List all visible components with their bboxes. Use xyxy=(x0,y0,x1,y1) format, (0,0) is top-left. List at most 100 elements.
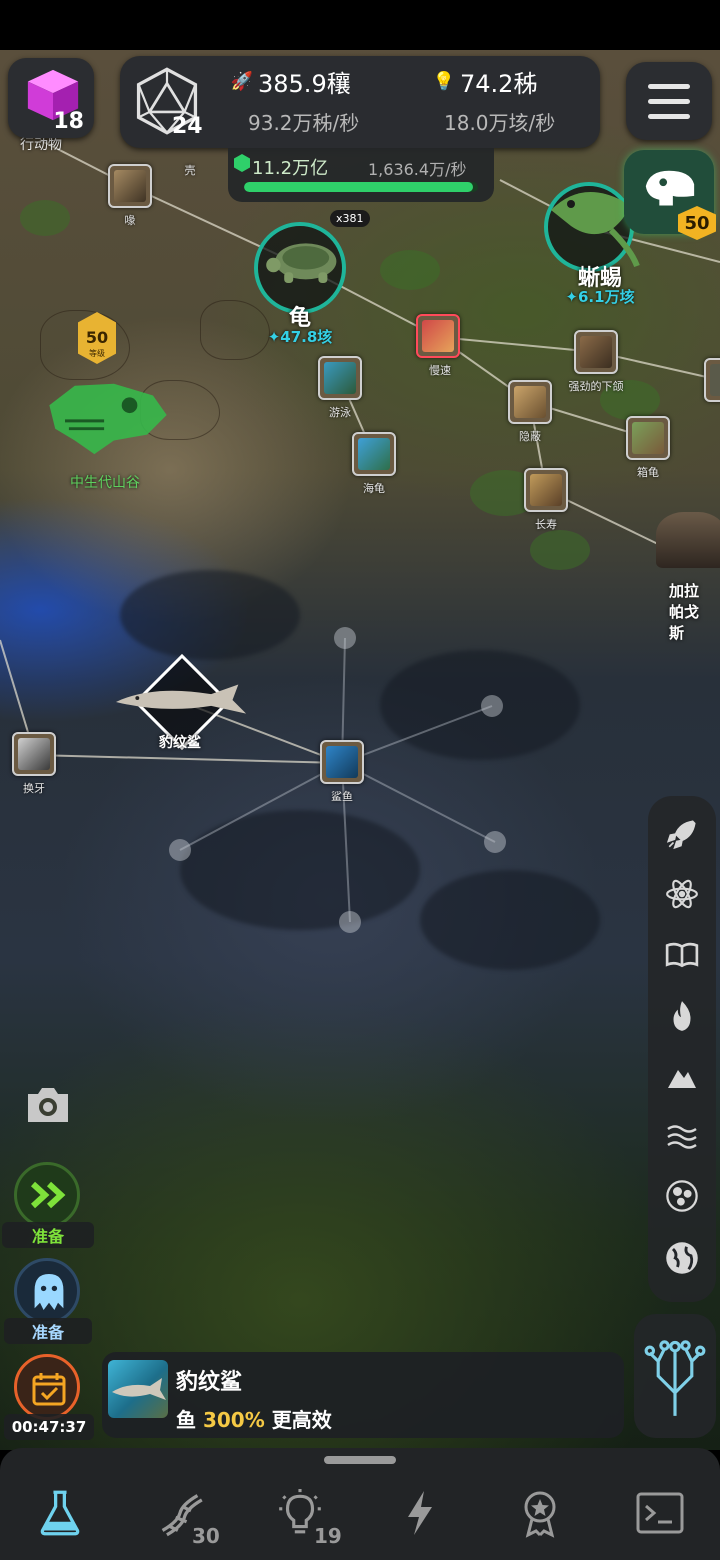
notice-body-prefix: 鱼 xyxy=(176,1408,196,1432)
creature-name: 加拉帕戈斯 xyxy=(669,582,700,642)
cell-icon[interactable] xyxy=(662,1176,702,1216)
terrain-water xyxy=(420,870,600,970)
drawer-handle[interactable] xyxy=(324,1456,396,1464)
creature-name: 豹纹鲨 xyxy=(159,735,201,751)
flask-icon xyxy=(40,1490,80,1536)
locked-node-dot[interactable] xyxy=(334,627,356,649)
ideas-tab-count: 19 xyxy=(314,1524,342,1548)
valley-level: 50 xyxy=(85,328,109,347)
tab-research[interactable] xyxy=(10,1478,110,1548)
fast-forward-button[interactable] xyxy=(14,1162,80,1228)
lightbulb-icon: 💡 xyxy=(432,71,456,92)
dinosaur-skull-icon[interactable] xyxy=(44,372,174,460)
dna-gem-icon xyxy=(234,154,250,172)
tab-ideas[interactable]: 19 xyxy=(250,1478,350,1548)
node-shark[interactable] xyxy=(320,740,364,784)
creature-count-badge: x381 xyxy=(330,210,370,227)
notice-highlight: 300% xyxy=(202,1408,265,1432)
creature-lizard[interactable] xyxy=(544,182,640,272)
book-icon[interactable] xyxy=(662,934,702,974)
node-label: 隐蔽 xyxy=(519,430,541,443)
dna-progress-fill xyxy=(244,182,474,192)
locked-node-dot[interactable] xyxy=(169,839,191,861)
node-label: 鲨鱼 xyxy=(331,790,353,803)
waves-icon[interactable] xyxy=(662,1116,702,1156)
resource-a: 🚀 385.9穰 93.2万秭/秒 xyxy=(230,64,360,136)
menu-line xyxy=(648,99,690,104)
dna-value: 11.2万亿 xyxy=(252,158,329,179)
locked-node-dot[interactable] xyxy=(481,695,503,717)
tab-console[interactable] xyxy=(610,1478,710,1548)
cube-currency-button[interactable]: 18 xyxy=(8,58,94,138)
camera-icon[interactable] xyxy=(24,1084,72,1126)
node-beak[interactable] xyxy=(108,164,152,208)
tab-achievements[interactable] xyxy=(490,1478,590,1548)
node-hide[interactable] xyxy=(508,380,552,424)
calendar-icon xyxy=(32,1373,66,1406)
atom-icon[interactable] xyxy=(662,874,702,914)
terrain-water xyxy=(380,650,580,760)
discovery-notice[interactable]: 豹纹鲨 鱼 300% 更高效 xyxy=(102,1352,624,1438)
turtle-icon xyxy=(266,243,337,283)
cube-count: 18 xyxy=(53,109,84,134)
node-label: 游泳 xyxy=(329,406,351,419)
node-offscreen[interactable] xyxy=(704,358,720,402)
main-menu-button[interactable] xyxy=(626,62,712,140)
node-box-turtle[interactable] xyxy=(626,416,670,460)
creature-value: ✦6.1万垓 xyxy=(565,288,635,306)
lightning-icon xyxy=(408,1491,432,1535)
rocket-icon[interactable] xyxy=(662,814,702,854)
node-sea-turtle[interactable] xyxy=(352,432,396,476)
dna-progress-bar xyxy=(244,182,478,192)
terminal-icon xyxy=(636,1492,684,1534)
node-label: 海龟 xyxy=(363,482,385,495)
resource-a-rate: 93.2万秭/秒 xyxy=(248,111,360,135)
globe-icon[interactable] xyxy=(662,1238,702,1278)
ghost-button[interactable] xyxy=(14,1258,80,1324)
map-label-partial: 壳 xyxy=(184,164,196,177)
resource-a-value: 385.9穰 xyxy=(258,70,351,98)
fast-forward-status: 准备 xyxy=(2,1222,94,1248)
tab-power[interactable] xyxy=(370,1478,470,1548)
terrain-grass xyxy=(380,250,440,290)
event-timer: 00:47:37 xyxy=(4,1414,94,1440)
node-tooth-replace[interactable] xyxy=(12,732,56,776)
node-longevity[interactable] xyxy=(524,468,568,512)
tab-dna[interactable]: 30 xyxy=(130,1478,230,1548)
evolution-tree-button[interactable] xyxy=(634,1314,716,1438)
ghost-icon xyxy=(34,1274,64,1310)
daily-event-button[interactable] xyxy=(14,1354,80,1420)
dna-panel[interactable]: 11.2万亿 1,636.4万/秒 xyxy=(228,148,494,202)
fire-icon[interactable] xyxy=(662,996,702,1036)
resource-b: 💡 74.2秭 18.0万垓/秒 xyxy=(432,64,556,136)
shark-icon xyxy=(115,684,247,714)
resource-b-rate: 18.0万垓/秒 xyxy=(444,111,556,135)
node-label: 长寿 xyxy=(535,518,557,531)
status-bar xyxy=(0,0,720,50)
notice-thumbnail xyxy=(108,1360,168,1418)
notice-title: 豹纹鲨 xyxy=(176,1370,243,1395)
creature-value: ✦47.8垓 xyxy=(267,328,333,346)
menu-line xyxy=(648,114,690,119)
medal-icon xyxy=(524,1491,556,1538)
node-slow[interactable] xyxy=(416,314,460,358)
galapagos-tortoise-icon[interactable] xyxy=(656,512,720,568)
node-label: 强劲的下颌 xyxy=(568,380,624,393)
locked-node-dot[interactable] xyxy=(339,911,361,933)
notice-body-suffix: 更高效 xyxy=(271,1408,332,1432)
node-swim[interactable] xyxy=(318,356,362,400)
resource-b-value: 74.2秭 xyxy=(460,70,538,98)
menu-line xyxy=(648,84,690,89)
valley-level-tag: 等级 xyxy=(89,349,105,358)
dna-tab-count: 30 xyxy=(192,1524,220,1548)
bottom-nav: 30 19 xyxy=(0,1448,720,1560)
resource-panel[interactable]: 24 🚀 385.9穰 93.2万秭/秒 💡 74.2秭 18.0万垓/秒 xyxy=(120,56,600,148)
double-chevron-icon xyxy=(30,1181,66,1209)
terrain-water xyxy=(120,570,300,660)
rocket-icon: 🚀 xyxy=(230,71,254,92)
node-strong-jaw[interactable] xyxy=(574,330,618,374)
locked-node-dot[interactable] xyxy=(484,831,506,853)
terrain-grass xyxy=(20,200,70,236)
mountain-icon[interactable] xyxy=(662,1056,702,1096)
node-label: 慢速 xyxy=(429,364,451,377)
